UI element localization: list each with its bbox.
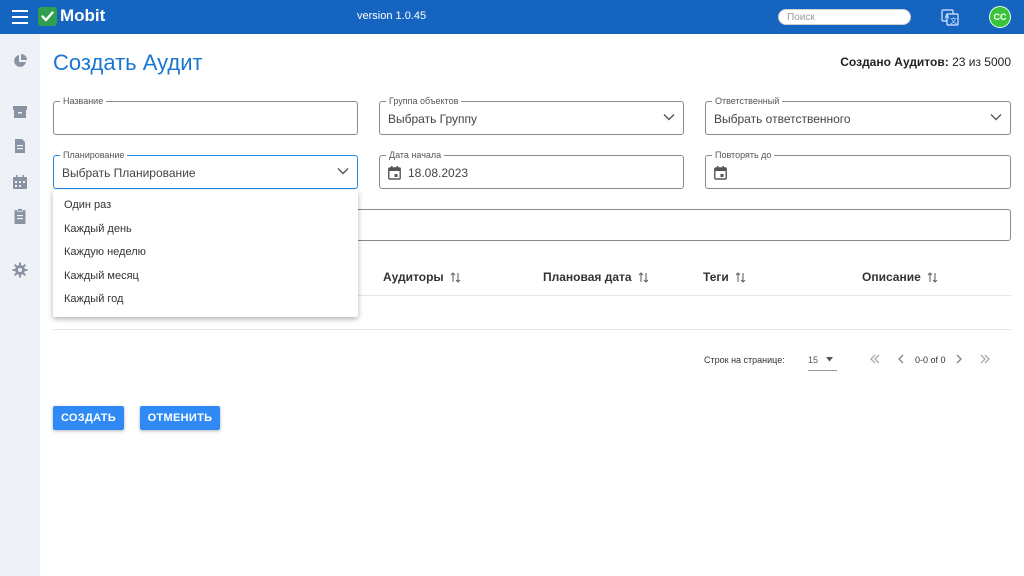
audit-count-value: 23 из 5000 [952,55,1011,69]
column-header-tags[interactable]: Теги [703,270,746,284]
mobit-logo-icon [38,7,57,26]
sort-icon [450,271,461,283]
column-header-label: Аудиторы [383,270,444,284]
calendar-icon[interactable] [12,174,28,190]
hamburger-menu-icon[interactable] [10,8,30,26]
table-row-divider [53,329,1011,330]
rows-per-page-value: 15 [808,355,819,365]
planning-label: Планирование [60,149,128,161]
repeat-until-label: Повторять до [712,149,775,161]
pie-chart-icon[interactable] [12,53,28,69]
translate-icon[interactable]: A 文 [941,8,959,26]
last-page-icon[interactable] [978,352,992,366]
object-group-select[interactable]: Группа объектов Выбрать Группу [379,95,684,135]
start-date-label: Дата начала [386,149,445,161]
rows-per-page-label: Строк на странице: [704,355,785,365]
column-header-description[interactable]: Описание [862,270,938,284]
first-page-icon[interactable] [868,352,882,366]
planning-option-yearly[interactable]: Каждый год [53,288,358,312]
svg-text:A: A [945,13,950,21]
object-group-value: Выбрать Группу [388,112,478,126]
page-range: 0-0 of 0 [915,355,946,365]
search-input[interactable] [778,9,911,25]
name-field-label: Название [60,95,107,107]
app-version: version 1.0.45 [357,10,427,22]
cancel-button[interactable]: ОТМЕНИТЬ [140,406,220,430]
name-field[interactable]: Название [53,95,358,135]
next-page-icon[interactable] [952,352,966,366]
planning-option-monthly[interactable]: Каждый месяц [53,265,358,289]
brand-name: Mobit [60,6,106,25]
responsible-value: Выбрать ответственного [714,112,851,126]
document-icon[interactable] [12,138,28,154]
column-header-label: Плановая дата [543,270,632,284]
planning-option-daily[interactable]: Каждый день [53,218,358,242]
chevron-down-icon [990,114,1002,121]
archive-icon[interactable] [12,104,28,120]
caret-down-icon [826,357,833,362]
planning-value: Выбрать Планирование [62,166,196,180]
rows-per-page-select[interactable]: 15 [808,349,837,371]
create-button[interactable]: СОЗДАТЬ [53,406,124,430]
responsible-label: Ответственный [712,95,783,107]
sort-icon [927,271,938,283]
column-header-auditors[interactable]: Аудиторы [383,270,461,284]
page-title: Создать Аудит [53,50,203,75]
top-bar: Mobit version 1.0.45 A 文 CC [0,0,1024,34]
sort-icon [735,271,746,283]
chevron-down-icon [337,168,349,175]
planning-option-once[interactable]: Один раз [53,194,358,218]
column-header-label: Описание [862,270,921,284]
chevron-down-icon [663,114,675,121]
clipboard-icon[interactable] [12,208,28,224]
column-header-label: Теги [703,270,729,284]
svg-text:文: 文 [950,16,957,25]
responsible-select[interactable]: Ответственный Выбрать ответственного [705,95,1011,135]
calendar-icon[interactable] [714,166,727,180]
planning-option-weekly[interactable]: Каждую неделю [53,241,358,265]
start-date-field[interactable]: Дата начала 18.08.2023 [379,149,684,189]
sort-icon [638,271,648,283]
calendar-icon[interactable] [388,166,401,180]
settings-gear-icon[interactable] [12,262,28,278]
column-header-planned-date[interactable]: Плановая дата [543,270,649,284]
repeat-until-field[interactable]: Повторять до [705,149,1011,189]
planning-select[interactable]: Планирование Выбрать Планирование [53,149,358,189]
planning-dropdown-menu: Один раз Каждый день Каждую неделю Кажды… [53,190,358,317]
audit-count-label: Создано Аудитов: [840,55,949,69]
audit-count: Создано Аудитов: 23 из 5000 [840,55,1011,69]
start-date-value: 18.08.2023 [408,166,469,180]
object-group-label: Группа объектов [386,95,462,107]
sidebar [0,34,40,576]
previous-page-icon[interactable] [894,352,908,366]
user-avatar[interactable]: CC [989,6,1011,28]
